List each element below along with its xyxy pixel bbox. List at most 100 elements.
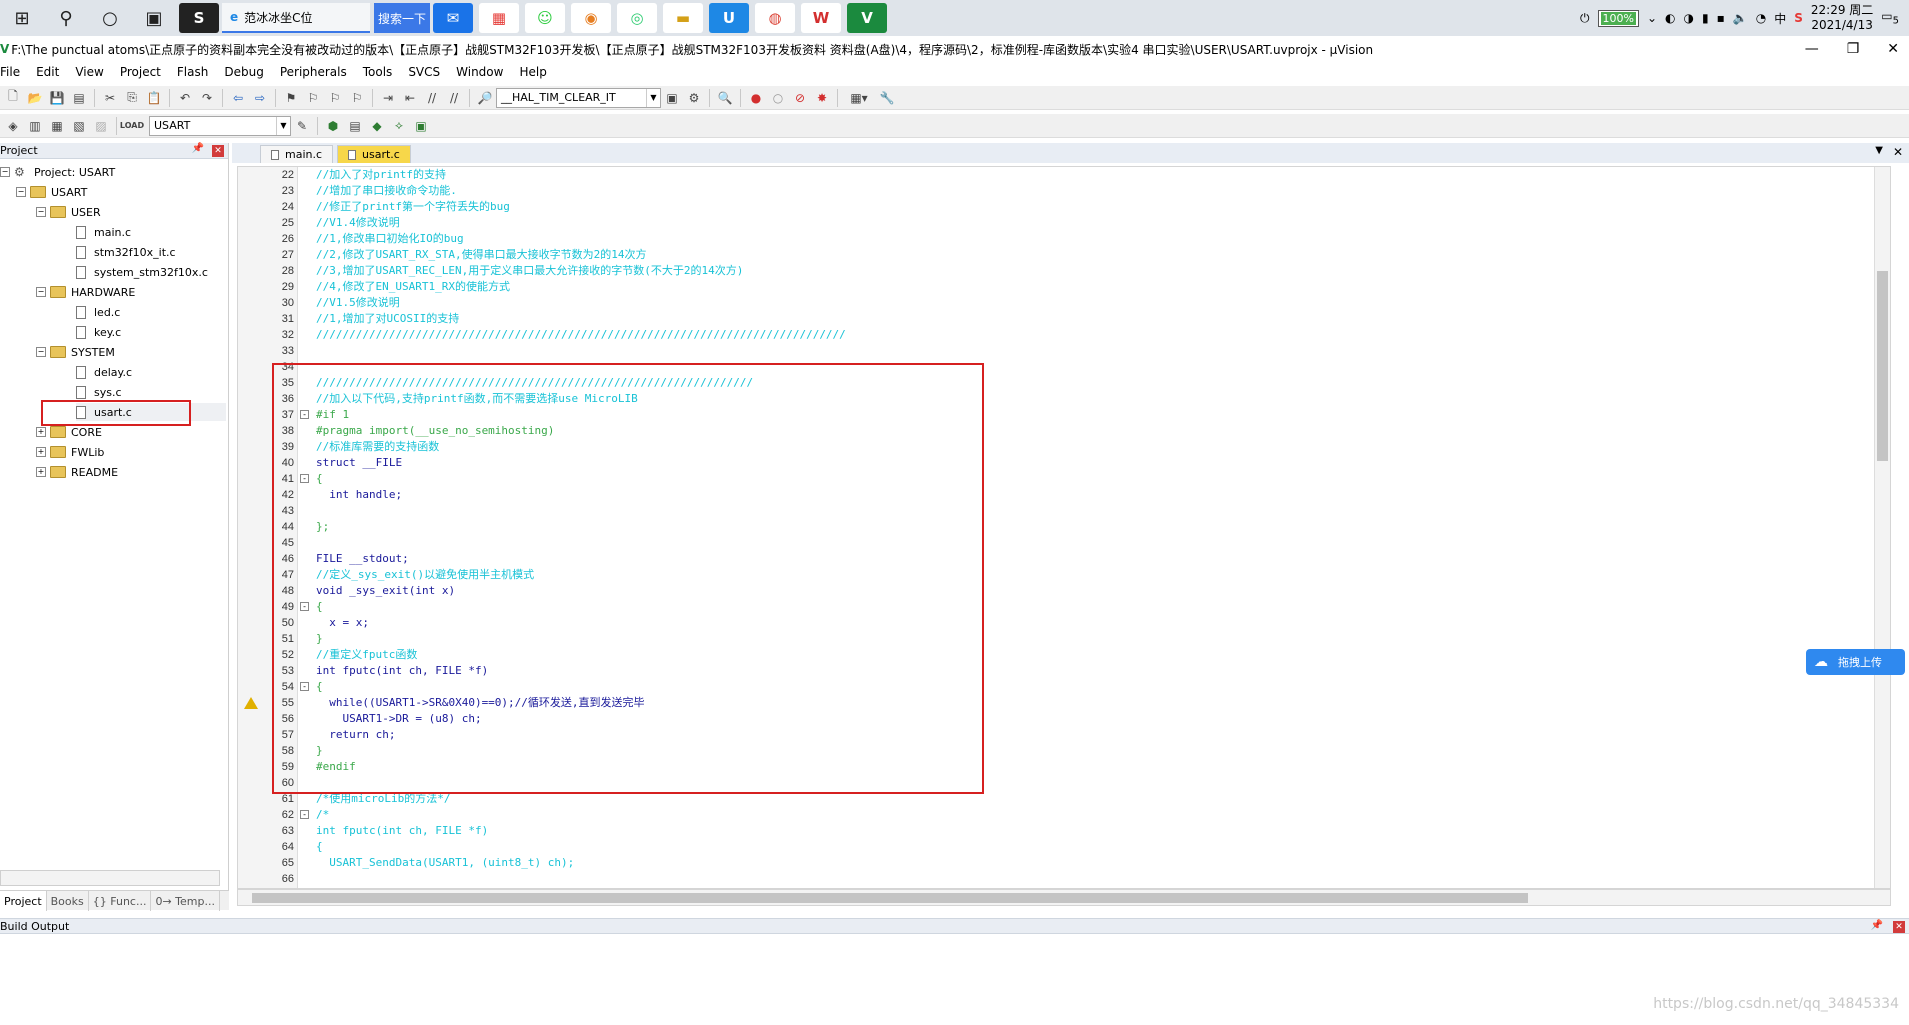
code-line[interactable]: 28 //3,增加了USART_REC_LEN,用于定义串口最大允许接收的字节数(… xyxy=(238,263,1838,279)
tray-app-icon[interactable]: ▪ xyxy=(1717,11,1725,25)
cut-icon[interactable]: ✂ xyxy=(99,88,121,108)
wechat-icon[interactable]: ☺ xyxy=(525,3,565,33)
tray-s-icon[interactable]: S xyxy=(1794,11,1803,25)
tree-file-sys-c[interactable]: sys.c xyxy=(76,383,122,401)
scrollbar-thumb[interactable] xyxy=(1877,271,1888,461)
bookmark-icon[interactable]: ⚑ xyxy=(280,88,302,108)
tree-group-system[interactable]: − SYSTEM xyxy=(36,343,115,361)
tree-group-hardware[interactable]: − HARDWARE xyxy=(36,283,135,301)
menu-file[interactable]: File xyxy=(0,65,28,79)
menu-project[interactable]: Project xyxy=(112,65,169,79)
tree-project-root[interactable]: − ⚙ Project: USART xyxy=(0,163,115,181)
rebuild-icon[interactable]: ▦ xyxy=(46,116,68,136)
tab-templates[interactable]: 0→ Temp... xyxy=(151,891,220,911)
editor-horizontal-scrollbar[interactable] xyxy=(237,889,1891,906)
select-packs-icon[interactable]: ⟡ xyxy=(388,116,410,136)
chevron-down-icon[interactable]: ▼ xyxy=(1875,145,1883,156)
wifi-icon[interactable]: ◔ xyxy=(1756,11,1766,25)
code-line[interactable]: 65 USART_SendData(USART1, (uint8_t) ch); xyxy=(238,855,1838,871)
collapse-icon[interactable]: − xyxy=(36,347,46,357)
menu-peripherals[interactable]: Peripherals xyxy=(272,65,355,79)
configure-icon[interactable]: 🔧 xyxy=(876,88,898,108)
code-line[interactable]: 22 //加入了对printf的支持 xyxy=(238,167,1838,183)
minimize-button[interactable]: — xyxy=(1805,41,1819,57)
menu-window[interactable]: Window xyxy=(448,65,511,79)
chevron-down-icon[interactable]: ⌄ xyxy=(1647,11,1657,25)
tree-file-main-c[interactable]: main.c xyxy=(76,223,131,241)
breakpoint-clear-icon[interactable]: ✸ xyxy=(811,88,833,108)
tree-file-delay-c[interactable]: delay.c xyxy=(76,363,132,381)
tree-file-stm32f10x-it-c[interactable]: stm32f10x_it.c xyxy=(76,243,176,261)
copy-icon[interactable]: ⎘ xyxy=(121,88,143,108)
menu-view[interactable]: View xyxy=(67,65,111,79)
tab-books[interactable]: Books xyxy=(47,891,89,911)
tab-main-c[interactable]: main.c xyxy=(260,145,334,163)
input-method-icon[interactable]: 中 xyxy=(1774,10,1786,27)
target-options-icon[interactable]: ✎ xyxy=(291,116,313,136)
search-icon[interactable]: ⚲ xyxy=(44,0,88,36)
mail-icon[interactable]: ✉ xyxy=(433,3,473,33)
project-horizontal-scrollbar[interactable] xyxy=(0,870,220,886)
incremental-find-icon[interactable]: ▣ xyxy=(661,88,683,108)
find-combo[interactable]: __HAL_TIM_CLEAR_IT ▼ xyxy=(496,87,661,108)
code-line[interactable]: 63 int fputc(int ch, FILE *f) xyxy=(238,823,1838,839)
batch-build-icon[interactable]: ▧ xyxy=(68,116,90,136)
translate-icon[interactable]: ◈ xyxy=(2,116,24,136)
prev-bookmark-icon[interactable]: ⚐ xyxy=(302,88,324,108)
comment-icon[interactable]: // xyxy=(421,88,443,108)
close-icon[interactable]: ✕ xyxy=(1893,921,1905,933)
tree-file-led-c[interactable]: led.c xyxy=(76,303,120,321)
tab-project[interactable]: Project xyxy=(0,891,47,911)
breakpoint-kill-icon[interactable]: ⊘ xyxy=(789,88,811,108)
menu-flash[interactable]: Flash xyxy=(169,65,216,79)
find-in-files-icon[interactable]: 🔎 xyxy=(474,88,496,108)
expand-icon[interactable]: + xyxy=(36,447,46,457)
tab-usart-c[interactable]: usart.c xyxy=(337,145,411,163)
windows-start-icon[interactable]: ⊞ xyxy=(0,0,44,36)
close-button[interactable]: ✕ xyxy=(1887,41,1899,57)
nav-forward-icon[interactable]: ⇨ xyxy=(249,88,271,108)
keil-icon[interactable]: V xyxy=(847,3,887,33)
tree-file-key-c[interactable]: key.c xyxy=(76,323,121,341)
battery-indicator[interactable]: 100% xyxy=(1597,9,1639,27)
save-all-icon[interactable]: ▤ xyxy=(68,88,90,108)
menu-svcs[interactable]: SVCS xyxy=(400,65,448,79)
code-editor[interactable]: 22 //加入了对printf的支持 23 //增加了串口接收命令功能. 24 //修正了… xyxy=(237,166,1891,889)
pin-icon[interactable]: 📌 xyxy=(192,143,204,154)
store-icon[interactable]: ▦ xyxy=(479,3,519,33)
expand-icon[interactable]: + xyxy=(36,427,46,437)
system-clock[interactable]: 22:29 周二 2021/4/13 xyxy=(1811,3,1873,33)
window-layout-icon[interactable]: ▦▾ xyxy=(842,88,876,108)
tree-group-fwlib[interactable]: + FWLib xyxy=(36,443,104,461)
code-line[interactable]: 29 //4,修改了EN_USART1_RX的使能方式 xyxy=(238,279,1838,295)
tray-app-icon[interactable]: ▮ xyxy=(1702,11,1709,25)
code-line[interactable]: 27 //2,修改了USART_RX_STA,使得串口最大接收字节数为2的14次方 xyxy=(238,247,1838,263)
maximize-button[interactable]: ❐ xyxy=(1847,41,1860,57)
fold-toggle-icon[interactable]: - xyxy=(300,810,309,819)
code-line[interactable]: 25 //V1.4修改说明 xyxy=(238,215,1838,231)
code-line[interactable]: 23 //增加了串口接收命令功能. xyxy=(238,183,1838,199)
browser-green-icon[interactable]: ◎ xyxy=(617,3,657,33)
start-debug-icon[interactable]: 🔍 xyxy=(714,88,736,108)
open-file-icon[interactable]: 📂 xyxy=(24,88,46,108)
pack-installer-icon[interactable]: ▣ xyxy=(410,116,432,136)
tray-app-icon[interactable]: ◐ xyxy=(1665,11,1675,25)
manage-components-icon[interactable]: ⬢ xyxy=(322,116,344,136)
menu-edit[interactable]: Edit xyxy=(28,65,67,79)
drag-upload-button[interactable]: ☁ 拖拽上传 xyxy=(1806,649,1905,675)
pin-icon[interactable]: 📌 xyxy=(1871,920,1883,931)
code-line[interactable]: 32 //////////////////////////////////////… xyxy=(238,327,1838,343)
nav-back-icon[interactable]: ⇦ xyxy=(227,88,249,108)
clear-bookmarks-icon[interactable]: ⚐ xyxy=(346,88,368,108)
menu-tools[interactable]: Tools xyxy=(355,65,401,79)
notification-icon[interactable]: ▭5 xyxy=(1881,9,1899,26)
code-line[interactable]: 26 //1,修改串口初始化IO的bug xyxy=(238,231,1838,247)
browser-360-icon[interactable]: ◉ xyxy=(571,3,611,33)
app-s-icon[interactable]: S xyxy=(179,3,219,33)
redo-icon[interactable]: ↷ xyxy=(196,88,218,108)
save-icon[interactable]: 💾 xyxy=(46,88,68,108)
cortana-icon[interactable]: ○ xyxy=(88,0,132,36)
menu-debug[interactable]: Debug xyxy=(216,65,271,79)
ie-taskbar-tab[interactable]: e 范冰冰坐C位 xyxy=(222,3,370,33)
run-time-env-icon[interactable]: ◆ xyxy=(366,116,388,136)
